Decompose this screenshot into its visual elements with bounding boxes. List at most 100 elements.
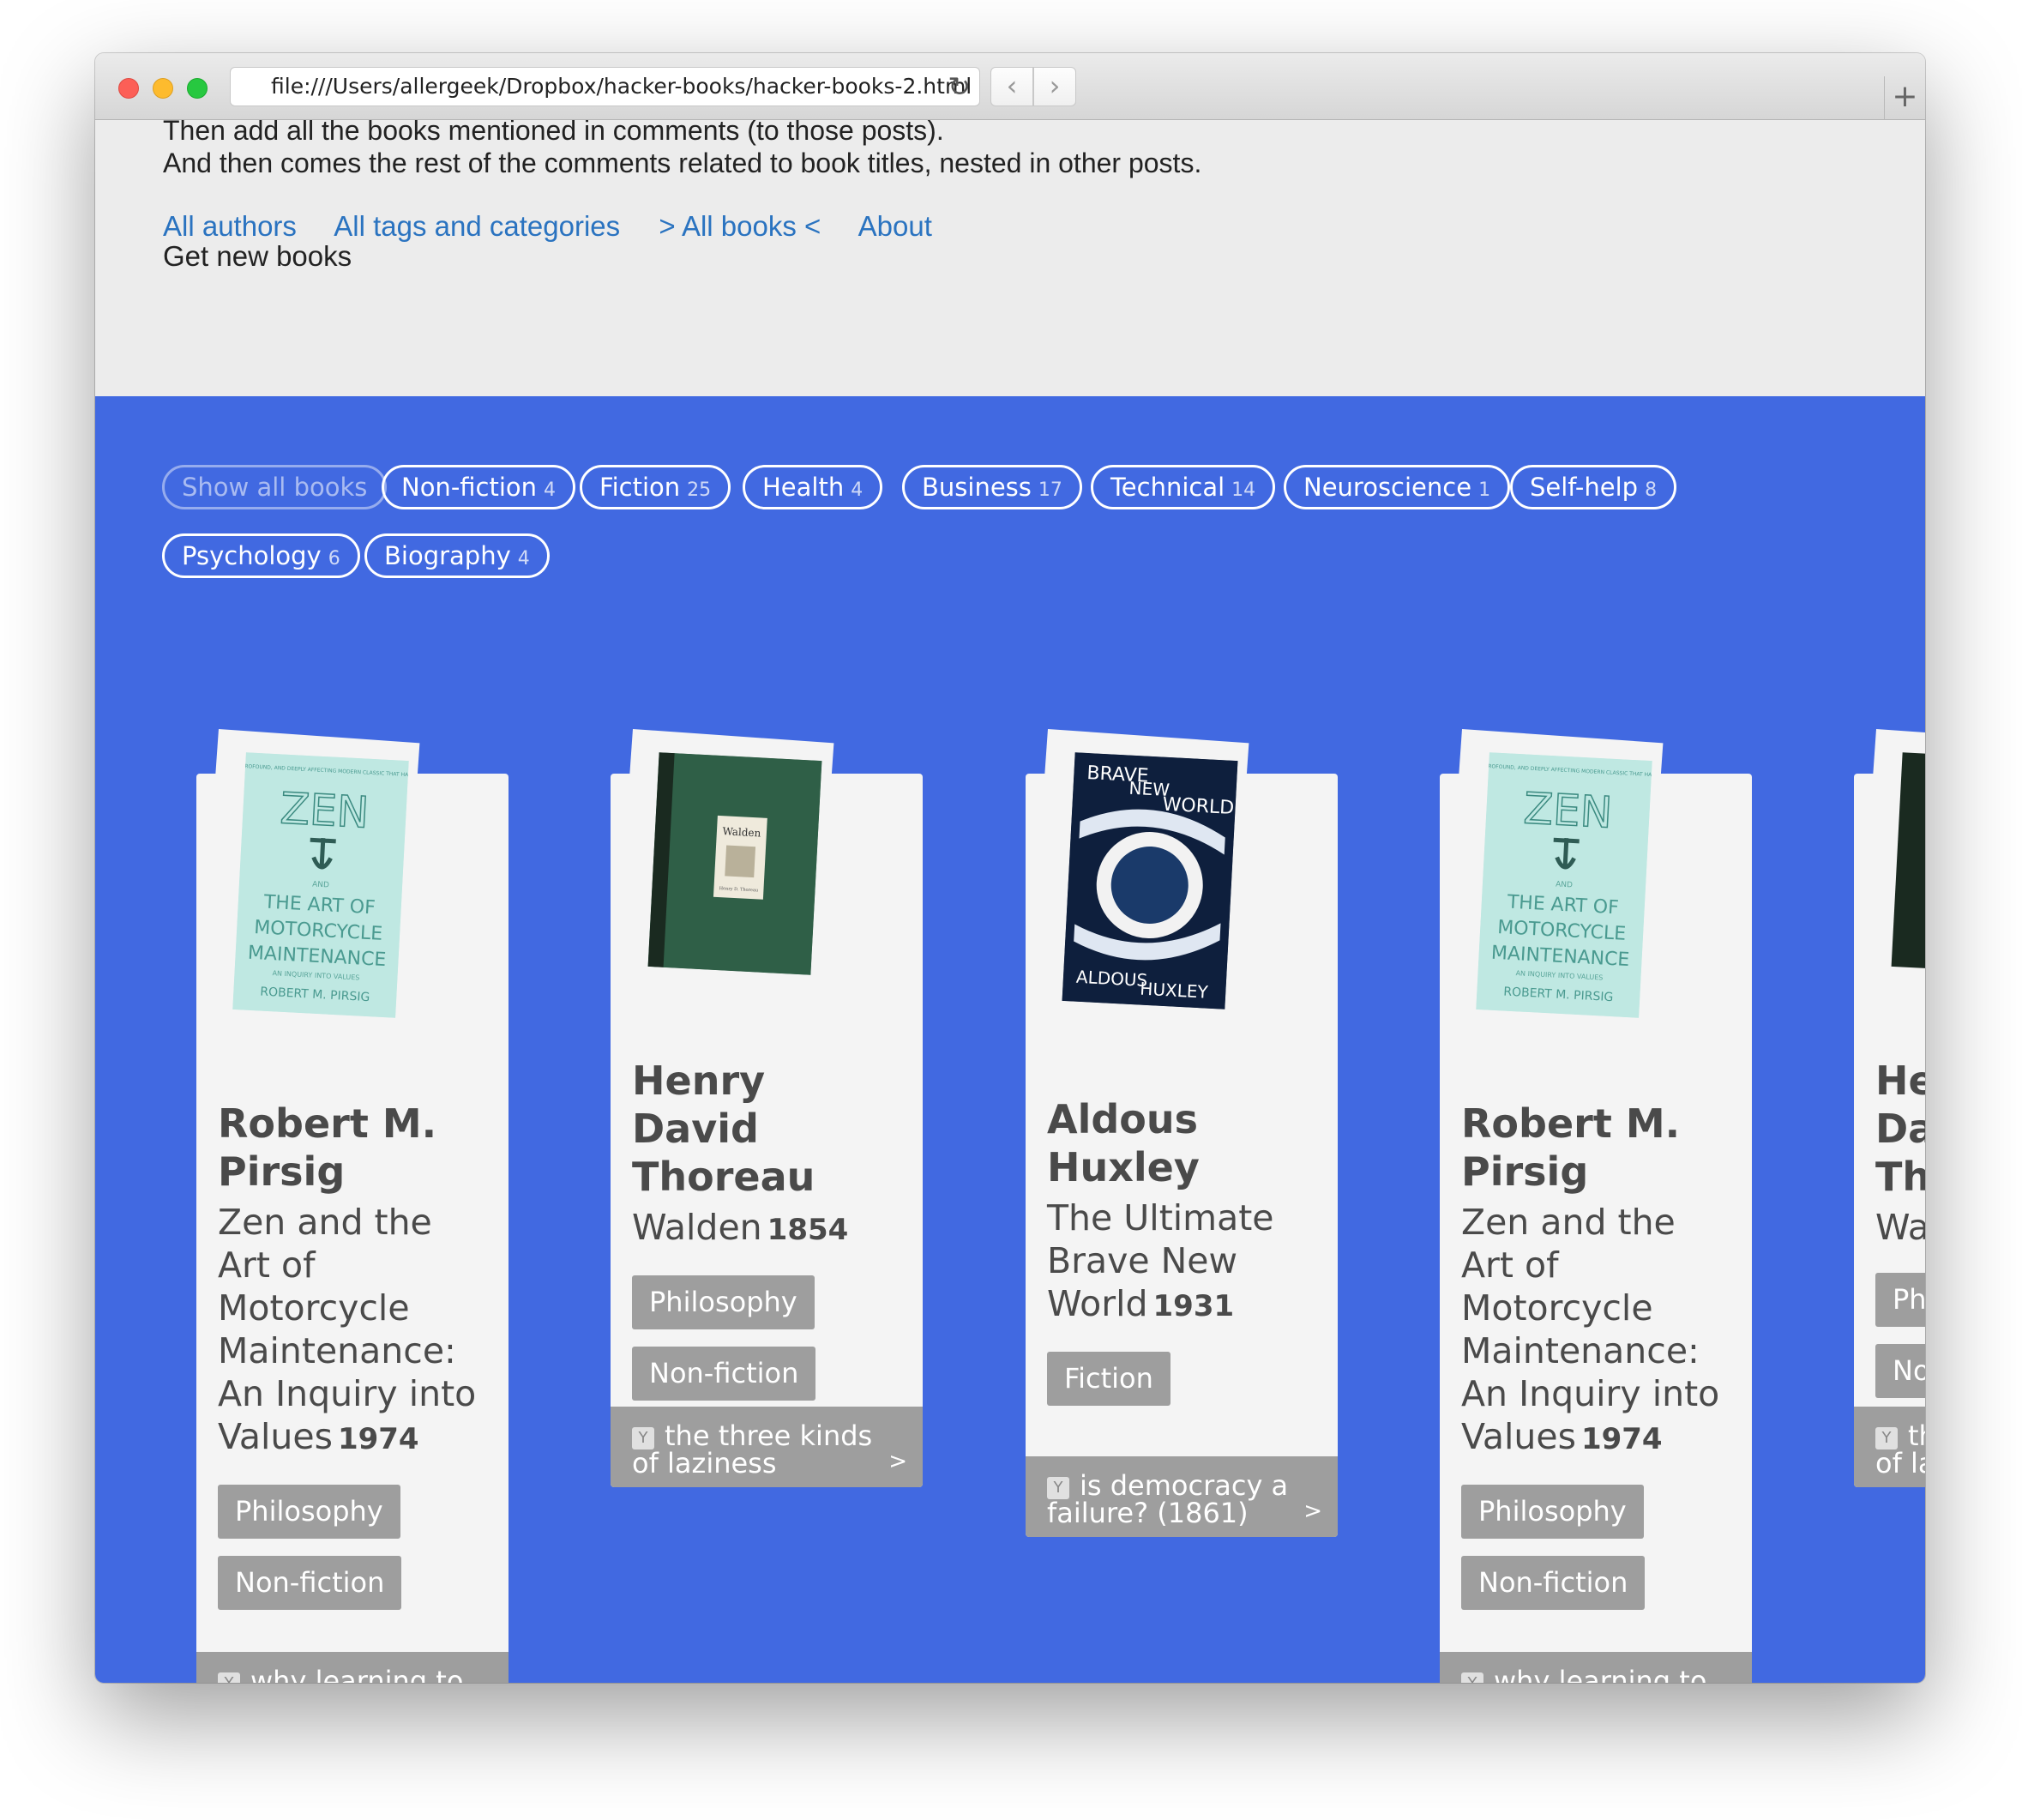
filter-count: 1 — [1478, 479, 1491, 501]
book-title: Zen and the Art of Motorcycle Maintenanc… — [218, 1202, 477, 1457]
book-cover-walden: Walden Henry D. Thoreau — [647, 752, 822, 975]
filter-neuroscience[interactable]: Neuroscience 1 — [1284, 465, 1511, 509]
book-author: Aldous Huxley — [1047, 1096, 1200, 1190]
zoom-window-button[interactable] — [187, 78, 208, 99]
book-info: Aldous Huxley The Ultimate Brave New Wor… — [1047, 1095, 1321, 1406]
walden-cover-art: Walden Henry D. Thoreau — [647, 752, 822, 975]
tag-philosophy[interactable]: Philosophy — [632, 1275, 815, 1329]
cover-and: AND — [1556, 880, 1573, 889]
cover-title-zen: ZEN — [1522, 783, 1613, 837]
filter-self-help[interactable]: Self-help 8 — [1510, 465, 1677, 509]
nav-link-about[interactable]: About — [858, 210, 932, 242]
filter-count: 4 — [517, 548, 530, 570]
tag-non-fiction[interactable]: Non-fiction — [1461, 1556, 1646, 1610]
zen-cover-art: THE PROVOCATIVE, PROFOUND, AND DEEPLY AF… — [232, 752, 409, 1018]
filter-biography[interactable]: Biography 4 — [364, 533, 550, 578]
book-cover-zen: THE PROVOCATIVE, PROFOUND, AND DEEPLY AF… — [1476, 752, 1652, 1018]
book-title: Walden — [1875, 1207, 1925, 1248]
book-card-partial[interactable]: Henry David Thoreau Walden Philosophy No… — [1854, 729, 1925, 1487]
url-text: file:///Users/allergeek/Dropbox/hacker-b… — [271, 74, 972, 99]
book-year: 1854 — [767, 1213, 849, 1247]
main-nav: All authors All tags and categories > Al… — [163, 210, 963, 243]
intro-line-1: Then add all the books mentioned in comm… — [163, 120, 944, 146]
filter-label: Show all books — [182, 473, 368, 502]
hn-comment-link[interactable]: Ythe three kinds of laziness — [1854, 1407, 1925, 1487]
comment-text: why learning to code is so damn hard — [250, 1665, 464, 1683]
books-section: Show all books Non-fiction 4 Fiction 25 He… — [95, 396, 1925, 1683]
filter-count: 14 — [1231, 479, 1256, 501]
book-card[interactable]: BRAVE NEW WORLD ALDOUS HUXLEY Aldous Hux… — [1026, 729, 1338, 1537]
comment-text: the three kinds of laziness — [632, 1419, 873, 1480]
page-content: Then add all the books mentioned in comm… — [95, 120, 1925, 1683]
title-bar: file:///Users/allergeek/Dropbox/hacker-b… — [95, 53, 1925, 120]
book-card[interactable]: Walden Henry D. Thoreau Henry David Thor… — [611, 729, 923, 1487]
filter-label: Business — [922, 473, 1032, 502]
cover-word-aldous: ALDOUS — [1075, 967, 1147, 991]
browser-window: file:///Users/allergeek/Dropbox/hacker-b… — [95, 53, 1925, 1683]
forward-button[interactable]: › — [1033, 67, 1076, 106]
address-bar[interactable]: file:///Users/allergeek/Dropbox/hacker-b… — [230, 67, 980, 106]
new-tab-button[interactable]: + — [1884, 76, 1925, 120]
hacker-news-icon: Y — [1461, 1672, 1483, 1683]
book-author: Robert M. Pirsig — [218, 1100, 437, 1195]
book-year: 1974 — [337, 1422, 419, 1456]
filter-technical[interactable]: Technical 14 — [1091, 465, 1276, 509]
filter-label: Psychology — [182, 541, 322, 570]
zen-cover-art: THE PROVOCATIVE, PROFOUND, AND DEEPLY AF… — [1476, 752, 1652, 1018]
filter-psychology[interactable]: Psychology 6 — [162, 533, 360, 578]
filter-count: 8 — [1645, 479, 1658, 501]
book-title-block: Zen and the Art of Motorcycle Maintenanc… — [1461, 1201, 1735, 1461]
filter-label: Non-fiction — [401, 473, 538, 502]
tag-non-fiction[interactable]: Non-fiction — [632, 1347, 816, 1401]
book-year: 1931 — [1152, 1289, 1235, 1323]
back-button[interactable]: ‹ — [990, 67, 1033, 106]
filter-label: Biography — [384, 541, 511, 570]
brave-new-world-cover-art: BRAVE NEW WORLD ALDOUS HUXLEY — [1062, 752, 1238, 1009]
filter-label: Neuroscience — [1303, 473, 1472, 502]
filter-label: Fiction — [599, 473, 681, 502]
book-cover-brave-new-world: BRAVE NEW WORLD ALDOUS HUXLEY — [1062, 752, 1238, 1009]
filter-health[interactable]: Health 4 — [743, 465, 883, 509]
book-author: Robert M. Pirsig — [1461, 1100, 1681, 1195]
hn-comment-link[interactable]: Ythe three kinds of laziness > — [611, 1407, 923, 1487]
book-info: Robert M. Pirsig Zen and the Art of Moto… — [218, 1100, 491, 1610]
filter-label: Self-help — [1530, 473, 1639, 502]
cover-title-walden: Walden — [722, 825, 761, 839]
hn-comment-link[interactable]: Ywhy learning to code is so damn hard> — [1440, 1652, 1752, 1683]
cover-word-world: WORLD — [1162, 794, 1235, 819]
intro-text: Then add all the books mentioned in comm… — [163, 120, 1792, 179]
filter-business[interactable]: Business 17 — [902, 465, 1082, 509]
nav-link-tags[interactable]: All tags and categories — [334, 210, 620, 242]
hn-comment-link[interactable]: Ywhy learning to code is so damn hard> — [196, 1652, 509, 1683]
book-card[interactable]: THE PROVOCATIVE, PROFOUND, AND DEEPLY AF… — [1440, 729, 1752, 1683]
book-title-block: Walden 1854 — [632, 1206, 906, 1251]
filter-count: 6 — [328, 548, 340, 570]
tag-non-fiction[interactable]: Non-fiction — [1875, 1344, 1925, 1398]
comment-arrow: > — [888, 1449, 907, 1474]
nav-link-books[interactable]: > All books < — [659, 210, 821, 242]
book-cover-zen: THE PROVOCATIVE, PROFOUND, AND DEEPLY AF… — [232, 752, 409, 1018]
tag-philosophy[interactable]: Philosophy — [1461, 1485, 1644, 1539]
filter-fiction[interactable]: Fiction 25 — [580, 465, 731, 509]
intro-line-2: And then comes the rest of the comments … — [163, 148, 1202, 178]
book-title: Walden — [632, 1207, 762, 1248]
cover-title-zen: ZEN — [279, 783, 370, 837]
get-new-books-text: Get new books — [163, 240, 352, 272]
tag-fiction[interactable]: Fiction — [1047, 1352, 1170, 1406]
tag-philosophy[interactable]: Philosophy — [1875, 1273, 1925, 1327]
nav-link-authors[interactable]: All authors — [163, 210, 297, 242]
tag-non-fiction[interactable]: Non-fiction — [218, 1556, 402, 1610]
book-card[interactable]: THE PROVOCATIVE, PROFOUND, AND DEEPLY AF… — [196, 729, 509, 1683]
hn-comment-link[interactable]: Yis democracy a failure? (1861) > — [1026, 1456, 1338, 1537]
filter-non-fiction[interactable]: Non-fiction 4 — [382, 465, 576, 509]
filter-label: Health — [762, 473, 845, 502]
cover-and: AND — [312, 880, 329, 889]
reload-icon[interactable]: ↻ — [948, 68, 971, 105]
filter-show-all[interactable]: Show all books — [162, 465, 388, 509]
minimize-window-button[interactable] — [153, 78, 173, 99]
book-title-block: The Ultimate Brave New World 1931 — [1047, 1196, 1321, 1328]
close-window-button[interactable] — [118, 78, 139, 99]
filter-count: 25 — [687, 479, 712, 501]
tag-philosophy[interactable]: Philosophy — [218, 1485, 400, 1539]
book-author: Henry David Thoreau — [1875, 1058, 1925, 1200]
